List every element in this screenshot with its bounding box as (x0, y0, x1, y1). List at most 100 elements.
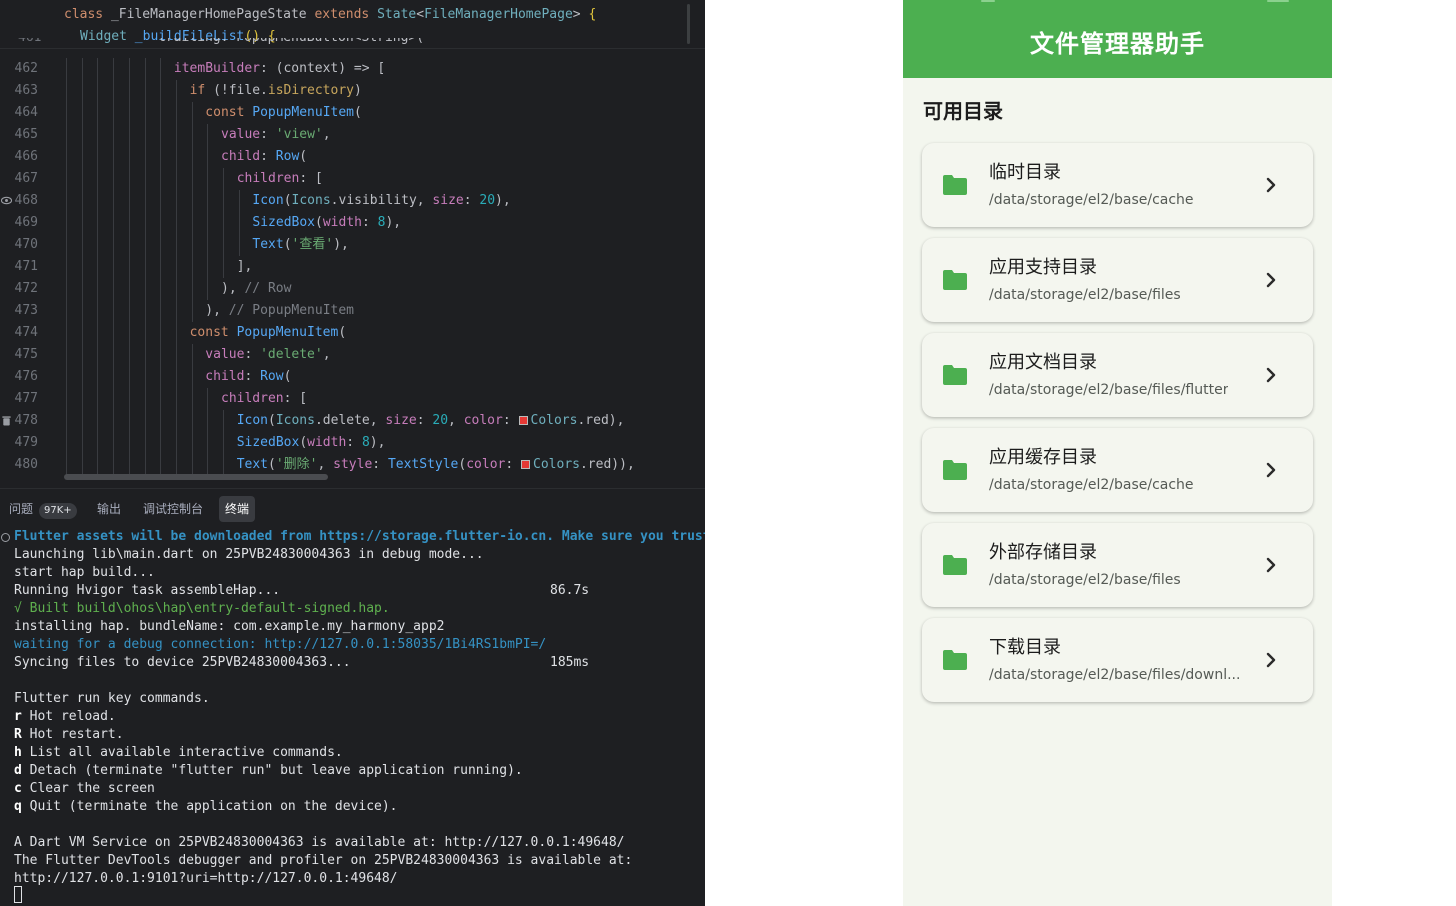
chevron-right-icon[interactable] (1262, 651, 1280, 669)
code-line[interactable]: 469 SizedBox(width: 8), (0, 212, 705, 234)
indent-guide (128, 344, 130, 366)
sticky-class-line[interactable]: class _FileManagerHomePageState extends … (64, 4, 596, 26)
indent-guide (223, 234, 224, 256)
code-line[interactable]: 475 value: 'delete', (0, 344, 705, 366)
directory-card[interactable]: 应用支持目录/data/storage/el2/base/files (922, 238, 1313, 322)
indent-guide (113, 388, 115, 410)
directory-card[interactable]: 下载目录/data/storage/el2/base/files/downl..… (922, 618, 1313, 702)
indent-guide (160, 190, 162, 212)
delete-gutter-icon[interactable] (1, 415, 12, 426)
indent-guide (81, 146, 83, 168)
directory-card[interactable]: 应用缓存目录/data/storage/el2/base/cache (922, 428, 1313, 512)
code-line[interactable]: 467 children: [ (0, 168, 705, 190)
chevron-right-icon[interactable] (1262, 176, 1280, 194)
code-text: value: 'delete', (205, 347, 331, 362)
indent-guide (113, 366, 115, 388)
app-bar: 文件管理器助手 (903, 0, 1332, 78)
code-line[interactable]: 471], (0, 256, 705, 278)
code-line[interactable]: 480 Text('删除', style: TextStyle(color: Co… (0, 454, 705, 476)
indent-guide (238, 190, 240, 212)
indent-guide (81, 212, 83, 234)
indent-guide (113, 410, 115, 432)
indent-guide (113, 80, 115, 102)
code-text: children: [ (236, 171, 323, 186)
line-number: 470 (14, 237, 38, 252)
code-line[interactable]: 479 SizedBox(width: 8), (0, 432, 705, 454)
code-line[interactable]: 470 Text('查看'), (0, 234, 705, 256)
keyword-token: class (64, 7, 104, 22)
code-text: child: Row( (205, 369, 292, 384)
code-line[interactable]: 468 Icon(Icons.visibility, size: 20), (0, 190, 705, 212)
chevron-right-icon[interactable] (1262, 366, 1280, 384)
code-line[interactable]: 476 child: Row( (0, 366, 705, 388)
code-line[interactable]: 472), // Row (0, 278, 705, 300)
eye-gutter-icon[interactable] (1, 195, 12, 206)
chevron-right-icon[interactable] (1262, 556, 1280, 574)
indent-guide (160, 58, 162, 80)
indent-guide (144, 234, 146, 256)
indent-guide (66, 58, 67, 80)
tab-debug-console[interactable]: 调试控制台 (137, 496, 209, 522)
code-editor[interactable]: 462 itemBuilder: (context) => [463 if (!fi… (0, 58, 705, 482)
indent-guide (97, 278, 99, 300)
directory-card[interactable]: 外部存储目录/data/storage/el2/base/files (922, 523, 1313, 607)
key-command: q (14, 799, 22, 814)
code-line[interactable]: 473), // PopupMenuItem (0, 300, 705, 322)
indent-guide (223, 410, 224, 432)
indent-guide (160, 234, 162, 256)
directory-card[interactable]: 应用文档目录/data/storage/el2/base/files/flutt… (922, 333, 1313, 417)
terminal-line: A Dart VM Service on 25PVB24830004363 is… (14, 835, 625, 850)
sticky-scope-header[interactable]: class _FileManagerHomePageState extends … (0, 0, 705, 49)
line-number: 465 (14, 127, 38, 142)
color-swatch-icon (521, 460, 531, 469)
directory-title: 应用缓存目录 (989, 447, 1097, 468)
indent-guide (66, 432, 67, 454)
code-text: Icon(Icons.delete, size: 20, color: Colo… (236, 413, 625, 428)
tab-problems[interactable]: 问题 97K+ (3, 496, 83, 522)
terminal-panel[interactable]: Flutter assets will be downloaded from h… (0, 528, 705, 906)
indent-guide (81, 256, 83, 278)
indent-guide (81, 388, 83, 410)
indent-guide (97, 256, 99, 278)
section-title: 可用目录 (923, 99, 1003, 123)
code-line[interactable]: 462 itemBuilder: (context) => [ (0, 58, 705, 80)
tab-terminal[interactable]: 终端 (219, 496, 256, 522)
indent-guide (238, 234, 240, 256)
line-number: 471 (14, 259, 38, 274)
indent-guide (97, 234, 99, 256)
indent-guide (81, 432, 83, 454)
code-line[interactable]: 474 const PopupMenuItem( (0, 322, 705, 344)
terminal-line: Flutter assets will be downloaded from h… (14, 529, 705, 544)
indent-guide (175, 168, 177, 190)
directory-card[interactable]: 临时目录/data/storage/el2/base/cache (922, 143, 1313, 227)
editor-horizontal-scrollbar[interactable] (64, 474, 328, 480)
indent-guide (191, 410, 193, 432)
key-description: Quit (terminate the application on the d… (29, 799, 398, 814)
chevron-right-icon[interactable] (1262, 271, 1280, 289)
code-line[interactable]: 463 if (!file.isDirectory) (0, 80, 705, 102)
indent-guide (160, 278, 162, 300)
code-line[interactable]: 465 value: 'view', (0, 124, 705, 146)
indent-guide (113, 432, 115, 454)
tab-label: 问题 (9, 502, 34, 516)
key-command: h (14, 745, 22, 760)
code-line[interactable]: 464 const PopupMenuItem( (0, 102, 705, 124)
code-line[interactable]: 477 children: [ (0, 388, 705, 410)
status-stub (1267, 0, 1289, 2)
indent-guide (191, 190, 193, 212)
indent-guide (160, 366, 162, 388)
directory-title: 应用文档目录 (989, 352, 1097, 373)
tab-output[interactable]: 输出 (91, 496, 127, 522)
indent-guide (113, 322, 115, 344)
terminal-cursor[interactable] (14, 886, 22, 903)
indent-guide (97, 124, 99, 146)
indent-guide (113, 234, 115, 256)
indent-guide (128, 366, 130, 388)
line-number: 464 (14, 105, 38, 120)
code-line[interactable]: 478 Icon(Icons.delete, size: 20, color: C… (0, 410, 705, 432)
indent-guide (175, 454, 177, 476)
chevron-right-icon[interactable] (1262, 461, 1280, 479)
indent-guide (175, 124, 177, 146)
code-line[interactable]: 466 child: Row( (0, 146, 705, 168)
code-text: children: [ (221, 391, 308, 406)
